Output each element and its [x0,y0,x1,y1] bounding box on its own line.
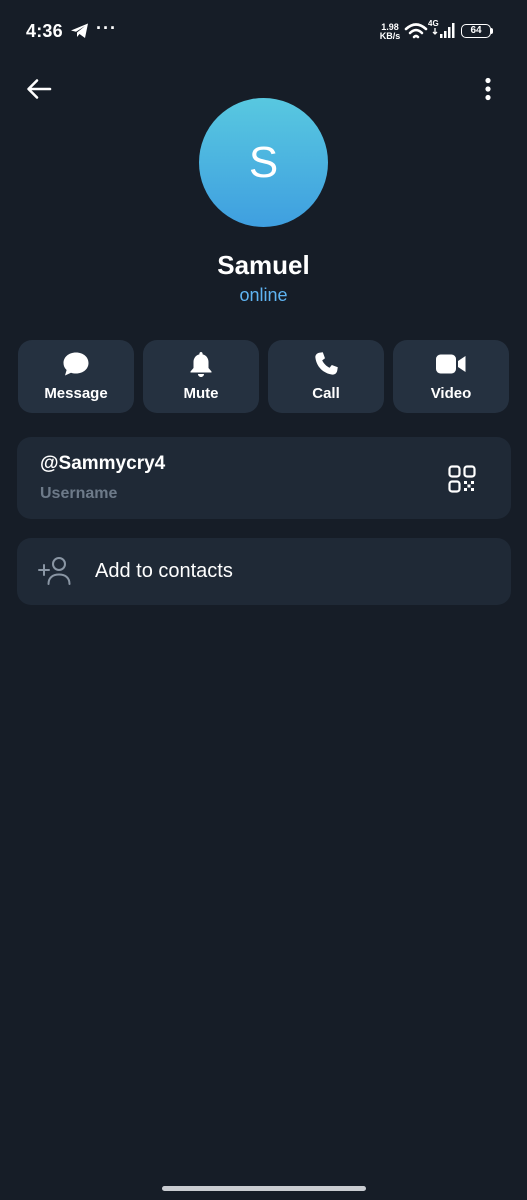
add-to-contacts-button[interactable]: Add to contacts [17,538,511,605]
username-card[interactable]: @Sammycry4 Username [17,437,511,519]
back-button[interactable] [22,72,56,106]
signal-icon: 4G [428,20,456,40]
more-vertical-icon [485,77,491,101]
chat-bubble-icon [63,352,89,376]
wifi-icon [404,23,428,39]
video-button[interactable]: Video [393,340,509,413]
network-speed-unit: KB/s [379,31,401,41]
battery-icon: 64 [461,24,491,38]
bell-icon [190,351,212,377]
video-button-label: Video [430,385,472,402]
call-button-label: Call [312,385,340,402]
mute-button[interactable]: Mute [143,340,259,413]
profile-name: Samuel [217,250,310,280]
profile-status: online [239,285,288,305]
battery-cap [491,28,493,34]
telegram-icon [71,23,88,38]
message-button[interactable]: Message [18,340,134,413]
avatar-initial: S [248,137,279,187]
qr-code-button[interactable] [445,462,479,496]
add-person-icon [38,557,71,585]
phone-icon [315,352,338,375]
add-to-contacts-label: Add to contacts [95,560,233,582]
battery-level: 64 [470,25,482,36]
mute-button-label: Mute [183,385,219,402]
status-bar: 4:36 ··· 1.98 KB/s 4G 64 [0,0,527,64]
more-options-button[interactable] [474,72,502,106]
video-camera-icon [436,354,466,374]
more-notifications-icon: ··· [96,18,117,38]
home-indicator[interactable] [162,1186,366,1191]
username-label: Username [40,485,118,502]
status-time: 4:36 [26,21,63,41]
network-speed: 1.98 KB/s [377,23,403,41]
arrow-left-icon [27,79,52,99]
avatar[interactable]: S [199,98,328,227]
message-button-label: Message [44,385,108,402]
action-buttons: Message Mute Call Video [18,340,509,413]
qr-code-icon [448,465,476,493]
call-button[interactable]: Call [268,340,384,413]
username-value[interactable]: @Sammycry4 [40,453,165,475]
